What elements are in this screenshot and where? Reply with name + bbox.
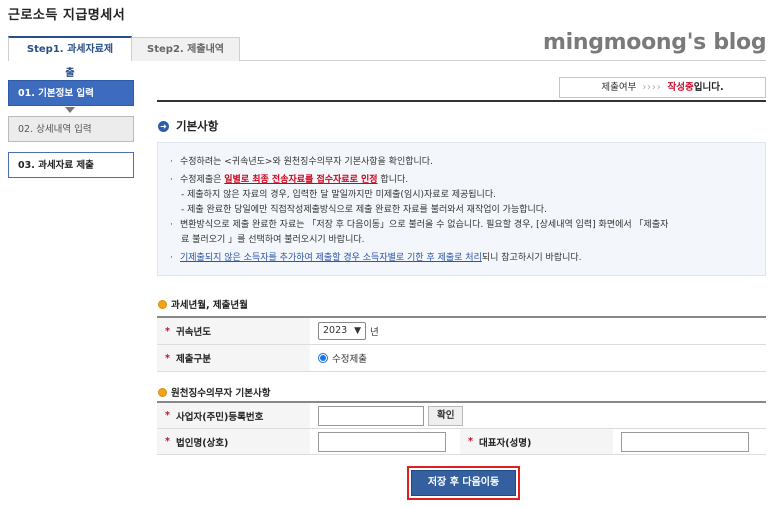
bizno-label: * 사업자(주민)등록번호: [157, 403, 310, 428]
bullet-dot-icon: [158, 387, 167, 397]
rep-label: * 대표자(성명): [460, 429, 613, 454]
tab-step2[interactable]: Step2. 제출내역: [132, 37, 240, 61]
tab-divider: [240, 60, 766, 61]
notice-line: - 제출 완료한 당일에만 직접작성제출방식으로 제출 완료한 자료를 불러와서…: [181, 205, 547, 215]
status-suffix: 입니다.: [693, 82, 724, 93]
notice-line: - 제출하지 않은 자료의 경우, 입력한 달 말일까지만 미제출(임시)자료로…: [181, 190, 496, 200]
left-nav: 01. 기본정보 입력 02. 상세내역 입력 03. 과세자료 제출: [8, 80, 134, 188]
notice-line: 료 불러오기 」를 선택하여 불러오시기 바랍니다.: [181, 235, 365, 245]
rep-name-input[interactable]: [621, 431, 749, 452]
section-title-text: 기본사항: [176, 119, 219, 133]
bizno-input[interactable]: [318, 405, 424, 426]
notice-line: 기제출되지 않은 소득자를 추가하여 제출할 경우 소득자별로 기한 후 제출로…: [180, 253, 582, 263]
year-row: * 귀속년도 2023 ▼ 년: [157, 318, 766, 345]
chevron-down-icon: ▼: [354, 326, 361, 336]
page-title: 근로소득 지급명세서: [8, 8, 126, 23]
save-button-highlight: 저장 후 다음이동: [407, 466, 520, 500]
submit-type-cell: 수정제출: [310, 351, 367, 365]
status-arrows: ››››: [642, 82, 662, 93]
save-next-button[interactable]: 저장 후 다음이동: [411, 470, 516, 496]
notice-line: 변환방식으로 제출 완료한 자료는 「저장 후 다음이동」으로 불러올 수 없습…: [180, 220, 669, 230]
nav-item-basic-info[interactable]: 01. 기본정보 입력: [8, 80, 134, 113]
withholder-table: * 사업자(주민)등록번호 확인 * 법인명(상호) * 대표자(성명): [157, 401, 766, 455]
year-cell: 2023 ▼ 년: [310, 322, 379, 340]
notice-highlight: 일별로 최종 전송자료를 접수자료로 인정: [224, 175, 378, 185]
tax-period-heading: 과세년월, 제출년월: [158, 297, 248, 311]
submit-type-label: * 제출구분: [157, 345, 310, 371]
year-select[interactable]: 2023 ▼: [318, 322, 366, 340]
corp-cell: [310, 431, 460, 452]
submission-status: 제출여부 ›››› 작성중입니다.: [559, 77, 766, 98]
withholder-heading: 원천징수의무자 기본사항: [158, 385, 270, 399]
correction-radio[interactable]: [318, 353, 328, 363]
tax-period-table: * 귀속년도 2023 ▼ 년 * 제출구분 수정제출: [157, 316, 766, 372]
status-label: 제출여부: [601, 82, 637, 93]
year-suffix: 년: [370, 327, 379, 338]
submit-type-row: * 제출구분 수정제출: [157, 345, 766, 372]
bullet-dot-icon: [158, 299, 167, 309]
nav-item-submit[interactable]: 03. 과세자료 제출: [8, 152, 134, 178]
bizno-cell: 확인: [310, 405, 464, 426]
corp-row: * 법인명(상호) * 대표자(성명): [157, 429, 766, 455]
nav-item-details[interactable]: 02. 상세내역 입력: [8, 116, 134, 142]
step-tabs: Step1. 과세자료제출 Step2. 제출내역: [8, 36, 240, 79]
bizno-row: * 사업자(주민)등록번호 확인: [157, 403, 766, 429]
year-label: * 귀속년도: [157, 318, 310, 344]
main-divider: [157, 100, 766, 102]
tab-step1[interactable]: Step1. 과세자료제출: [8, 36, 132, 79]
notice-box: · 수정하려는 <귀속년도>와 원천징수의무자 기본사항을 확인합니다. · 수정제…: [157, 142, 766, 276]
arrow-circle-icon: ➜: [158, 120, 169, 132]
confirm-button[interactable]: 확인: [428, 405, 464, 426]
late-submission-link[interactable]: 기제출되지 않은 소득자를 추가하여 제출할 경우 소득자별로 기한 후 제출로…: [180, 253, 482, 263]
corp-label: * 법인명(상호): [157, 429, 310, 454]
notice-line: 수정제출은 일별로 최종 전송자료를 접수자료로 인정 합니다.: [180, 175, 409, 185]
correction-radio-label: 수정제출: [332, 354, 367, 365]
blog-watermark: mingmoong's blog: [543, 30, 767, 55]
status-value: 작성중: [667, 82, 694, 93]
notice-line: 수정하려는 <귀속년도>와 원천징수의무자 기본사항을 확인합니다.: [180, 157, 433, 167]
corp-name-input[interactable]: [318, 431, 446, 452]
section-title: ➜ 기본사항: [158, 118, 218, 134]
rep-cell: [613, 431, 749, 452]
